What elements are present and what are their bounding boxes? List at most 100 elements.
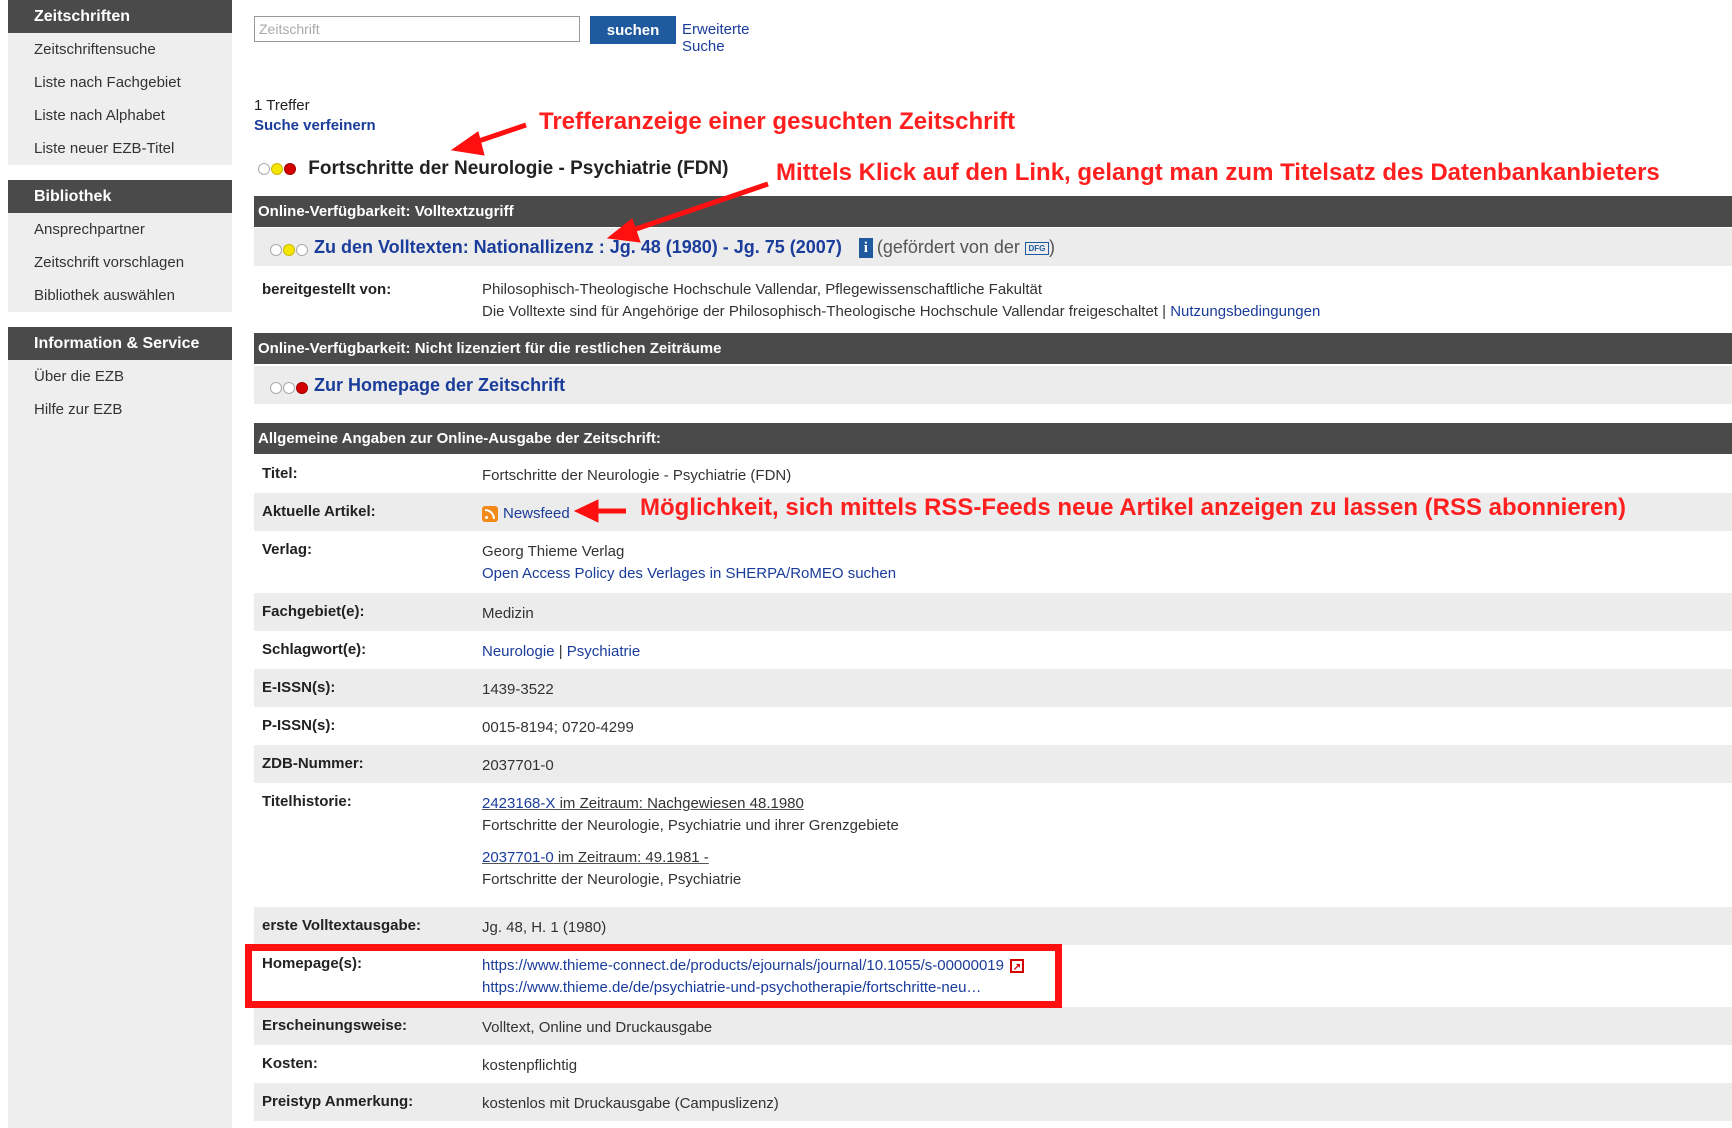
unlicensed-bar: Online-Verfügbarkeit: Nicht lizenziert f… (254, 333, 1732, 364)
sidebar-item-liste-fachgebiet[interactable]: Liste nach Fachgebiet (8, 66, 232, 99)
funded-text: (gefördert von der (876, 237, 1020, 257)
costs-label: Kosten: (262, 1055, 318, 1072)
sidebar-item-bibliothek-auswaehlen[interactable]: Bibliothek auswählen (8, 279, 232, 312)
journal-title-text: Fortschritte der Neurologie - Psychiatri… (308, 158, 729, 180)
traffic-light-icon (258, 158, 297, 180)
provider-note-line: Die Volltexte sind für Angehörige der Ph… (482, 301, 1320, 323)
row-eissn: E-ISSN(s): 1439-3522 (254, 669, 1732, 707)
history-2-title: Fortschritte der Neurologie, Psychiatrie (482, 871, 742, 888)
history-2-zdb-link[interactable]: 2037701-0 (482, 849, 554, 866)
homepage-highlight-box (245, 944, 1062, 1008)
homepage-access-row: Zur Homepage der Zeitschrift (254, 366, 1732, 404)
pissn-value: 0015-8194; 0720-4299 (482, 719, 634, 736)
row-keywords: Schlagwort(e): Neurologie | Psychiatrie (254, 631, 1732, 669)
arrow-hit-display (469, 122, 527, 147)
newsfeed: Newsfeed (482, 503, 570, 525)
journal-title: Fortschritte der Neurologie - Psychiatri… (258, 158, 728, 180)
history-1-period: im Zeitraum: Nachgewiesen 48.1980 (555, 795, 804, 812)
appearance-value: Volltext, Online und Druckausgabe (482, 1019, 713, 1036)
keywords-value: Neurologie | Psychiatrie (482, 641, 640, 663)
arrow-hit-display-head (450, 131, 485, 156)
publisher-name: Georg Thieme Verlag (482, 543, 625, 560)
annotation-hit-display: Trefferanzeige einer gesuchten Zeitschri… (539, 108, 1016, 135)
row-title-history: Titelhistorie: 2423168-X im Zeitraum: Na… (254, 783, 1732, 907)
zdb-link[interactable]: 2037701-0 (482, 755, 554, 777)
sidebar-gap (8, 165, 232, 180)
newsfeed-link[interactable]: Newsfeed (503, 505, 570, 522)
row-price-type: Preistyp Anmerkung: kostenlos mit Drucka… (254, 1083, 1732, 1121)
first-issue-label: erste Volltextausgabe: (262, 917, 421, 934)
first-issue-value: Jg. 48, H. 1 (1980) (482, 919, 607, 936)
keyword-neurologie-link[interactable]: Neurologie (482, 643, 555, 660)
refine-search-link[interactable]: Suche verfeinern (254, 117, 376, 134)
history-entry-1: 2423168-X im Zeitraum: Nachgewiesen 48.1… (482, 793, 899, 815)
journal-homepage-link[interactable]: Zur Homepage der Zeitschrift (314, 375, 565, 395)
rss-icon[interactable] (482, 506, 498, 523)
sidebar-item-zeitschrift-vorschlagen[interactable]: Zeitschrift vorschlagen (8, 246, 232, 279)
history-value: 2423168-X im Zeitraum: Nachgewiesen 48.1… (482, 793, 899, 891)
eissn-value: 1439-3522 (482, 681, 554, 698)
general-info-bar: Allgemeine Angaben zur Online-Ausgabe de… (254, 423, 1732, 454)
subject-link[interactable]: Medizin (482, 603, 534, 625)
fulltext-access-row: Zu den Volltexten: Nationallizenz : Jg. … (254, 228, 1732, 266)
sidebar-item-zeitschriftensuche[interactable]: Zeitschriftensuche (8, 33, 232, 66)
row-pissn: P-ISSN(s): 0015-8194; 0720-4299 (254, 707, 1732, 745)
sidebar-heading-zeitschriften: Zeitschriften (8, 0, 232, 33)
fulltext-link[interactable]: Zu den Volltexten: Nationallizenz : Jg. … (314, 237, 842, 257)
traffic-light-icon (270, 367, 309, 405)
row-zdb: ZDB-Nummer: 2037701-0 (254, 745, 1732, 783)
title-label: Titel: (262, 465, 298, 482)
provider-note: Die Volltexte sind für Angehörige der Ph… (482, 303, 1167, 320)
info-icon[interactable]: i (858, 238, 873, 259)
provided-by-row: bereitgestellt von: Philosophisch-Theolo… (254, 268, 1732, 322)
sidebar-item-hilfe-ezb[interactable]: Hilfe zur EZB (8, 393, 232, 426)
provider-name: Philosophisch-Theologische Hochschule Va… (482, 281, 1043, 298)
funded-close: ) (1048, 237, 1055, 257)
pricetype-value: kostenlos mit Druckausgabe (Campuslizenz… (482, 1095, 779, 1112)
history-1-title: Fortschritte der Neurologie, Psychiatrie… (482, 817, 899, 834)
history-label: Titelhistorie: (262, 793, 352, 810)
dfg-logo-icon: DFG (1024, 241, 1049, 255)
provided-by-value: Philosophisch-Theologische Hochschule Va… (482, 279, 1320, 323)
row-publisher: Verlag: Georg Thieme Verlag Open Access … (254, 531, 1732, 593)
search-button[interactable]: suchen (590, 16, 676, 44)
pissn-label: P-ISSN(s): (262, 717, 336, 734)
eissn-label: E-ISSN(s): (262, 679, 336, 696)
sidebar-item-liste-alphabet[interactable]: Liste nach Alphabet (8, 99, 232, 132)
publisher-label: Verlag: (262, 541, 313, 558)
row-costs: Kosten: kostenpflichtig (254, 1045, 1732, 1083)
keyword-separator: | (558, 643, 563, 660)
traffic-light-icon (270, 229, 309, 267)
advanced-search-link[interactable]: Erweiterte Suche (682, 21, 750, 55)
sherpa-link[interactable]: Open Access Policy des Verlages in SHERP… (482, 565, 896, 582)
keyword-psychiatrie-link[interactable]: Psychiatrie (567, 643, 640, 660)
zdb-label: ZDB-Nummer: (262, 755, 364, 772)
search-input[interactable] (254, 16, 580, 42)
annotation-rss-note: Möglichkeit, sich mittels RSS-Feeds neue… (640, 494, 1627, 521)
keywords-label: Schlagwort(e): (262, 641, 367, 658)
title-value: Fortschritte der Neurologie - Psychiatri… (482, 467, 792, 484)
sidebar-item-ueber-ezb[interactable]: Über die EZB (8, 360, 232, 393)
hit-count: 1 Treffer (254, 97, 310, 114)
sidebar-item-liste-neue-titel[interactable]: Liste neuer EZB-Titel (8, 132, 232, 165)
history-entry-2: 2037701-0 im Zeitraum: 49.1981 - (482, 847, 899, 869)
articles-label: Aktuelle Artikel: (262, 503, 376, 520)
row-appearance: Erscheinungsweise: Volltext, Online und … (254, 1007, 1732, 1045)
publisher-value: Georg Thieme Verlag Open Access Policy d… (482, 541, 896, 585)
appearance-label: Erscheinungsweise: (262, 1017, 408, 1034)
row-subject: Fachgebiet(e): Medizin (254, 593, 1732, 631)
history-2-period: im Zeitraum: 49.1981 - (553, 849, 709, 866)
fulltext-access-bar: Online-Verfügbarkeit: Volltextzugriff (254, 196, 1732, 227)
sidebar-gap (8, 312, 232, 327)
sidebar-item-ansprechpartner[interactable]: Ansprechpartner (8, 213, 232, 246)
subject-label: Fachgebiet(e): (262, 603, 365, 620)
costs-value: kostenpflichtig (482, 1057, 578, 1074)
sidebar-heading-bibliothek: Bibliothek (8, 180, 232, 213)
sidebar-heading-information-service: Information & Service (8, 327, 232, 360)
row-title: Titel: Fortschritte der Neurologie - Psy… (254, 455, 1732, 493)
terms-link[interactable]: Nutzungsbedingungen (1170, 303, 1320, 320)
pricetype-label: Preistyp Anmerkung: (262, 1093, 414, 1110)
provided-by-label: bereitgestellt von: (262, 281, 392, 298)
sidebar: Zeitschriften Zeitschriftensuche Liste n… (8, 0, 232, 1128)
history-1-zdb-link[interactable]: 2423168-X (482, 795, 555, 812)
